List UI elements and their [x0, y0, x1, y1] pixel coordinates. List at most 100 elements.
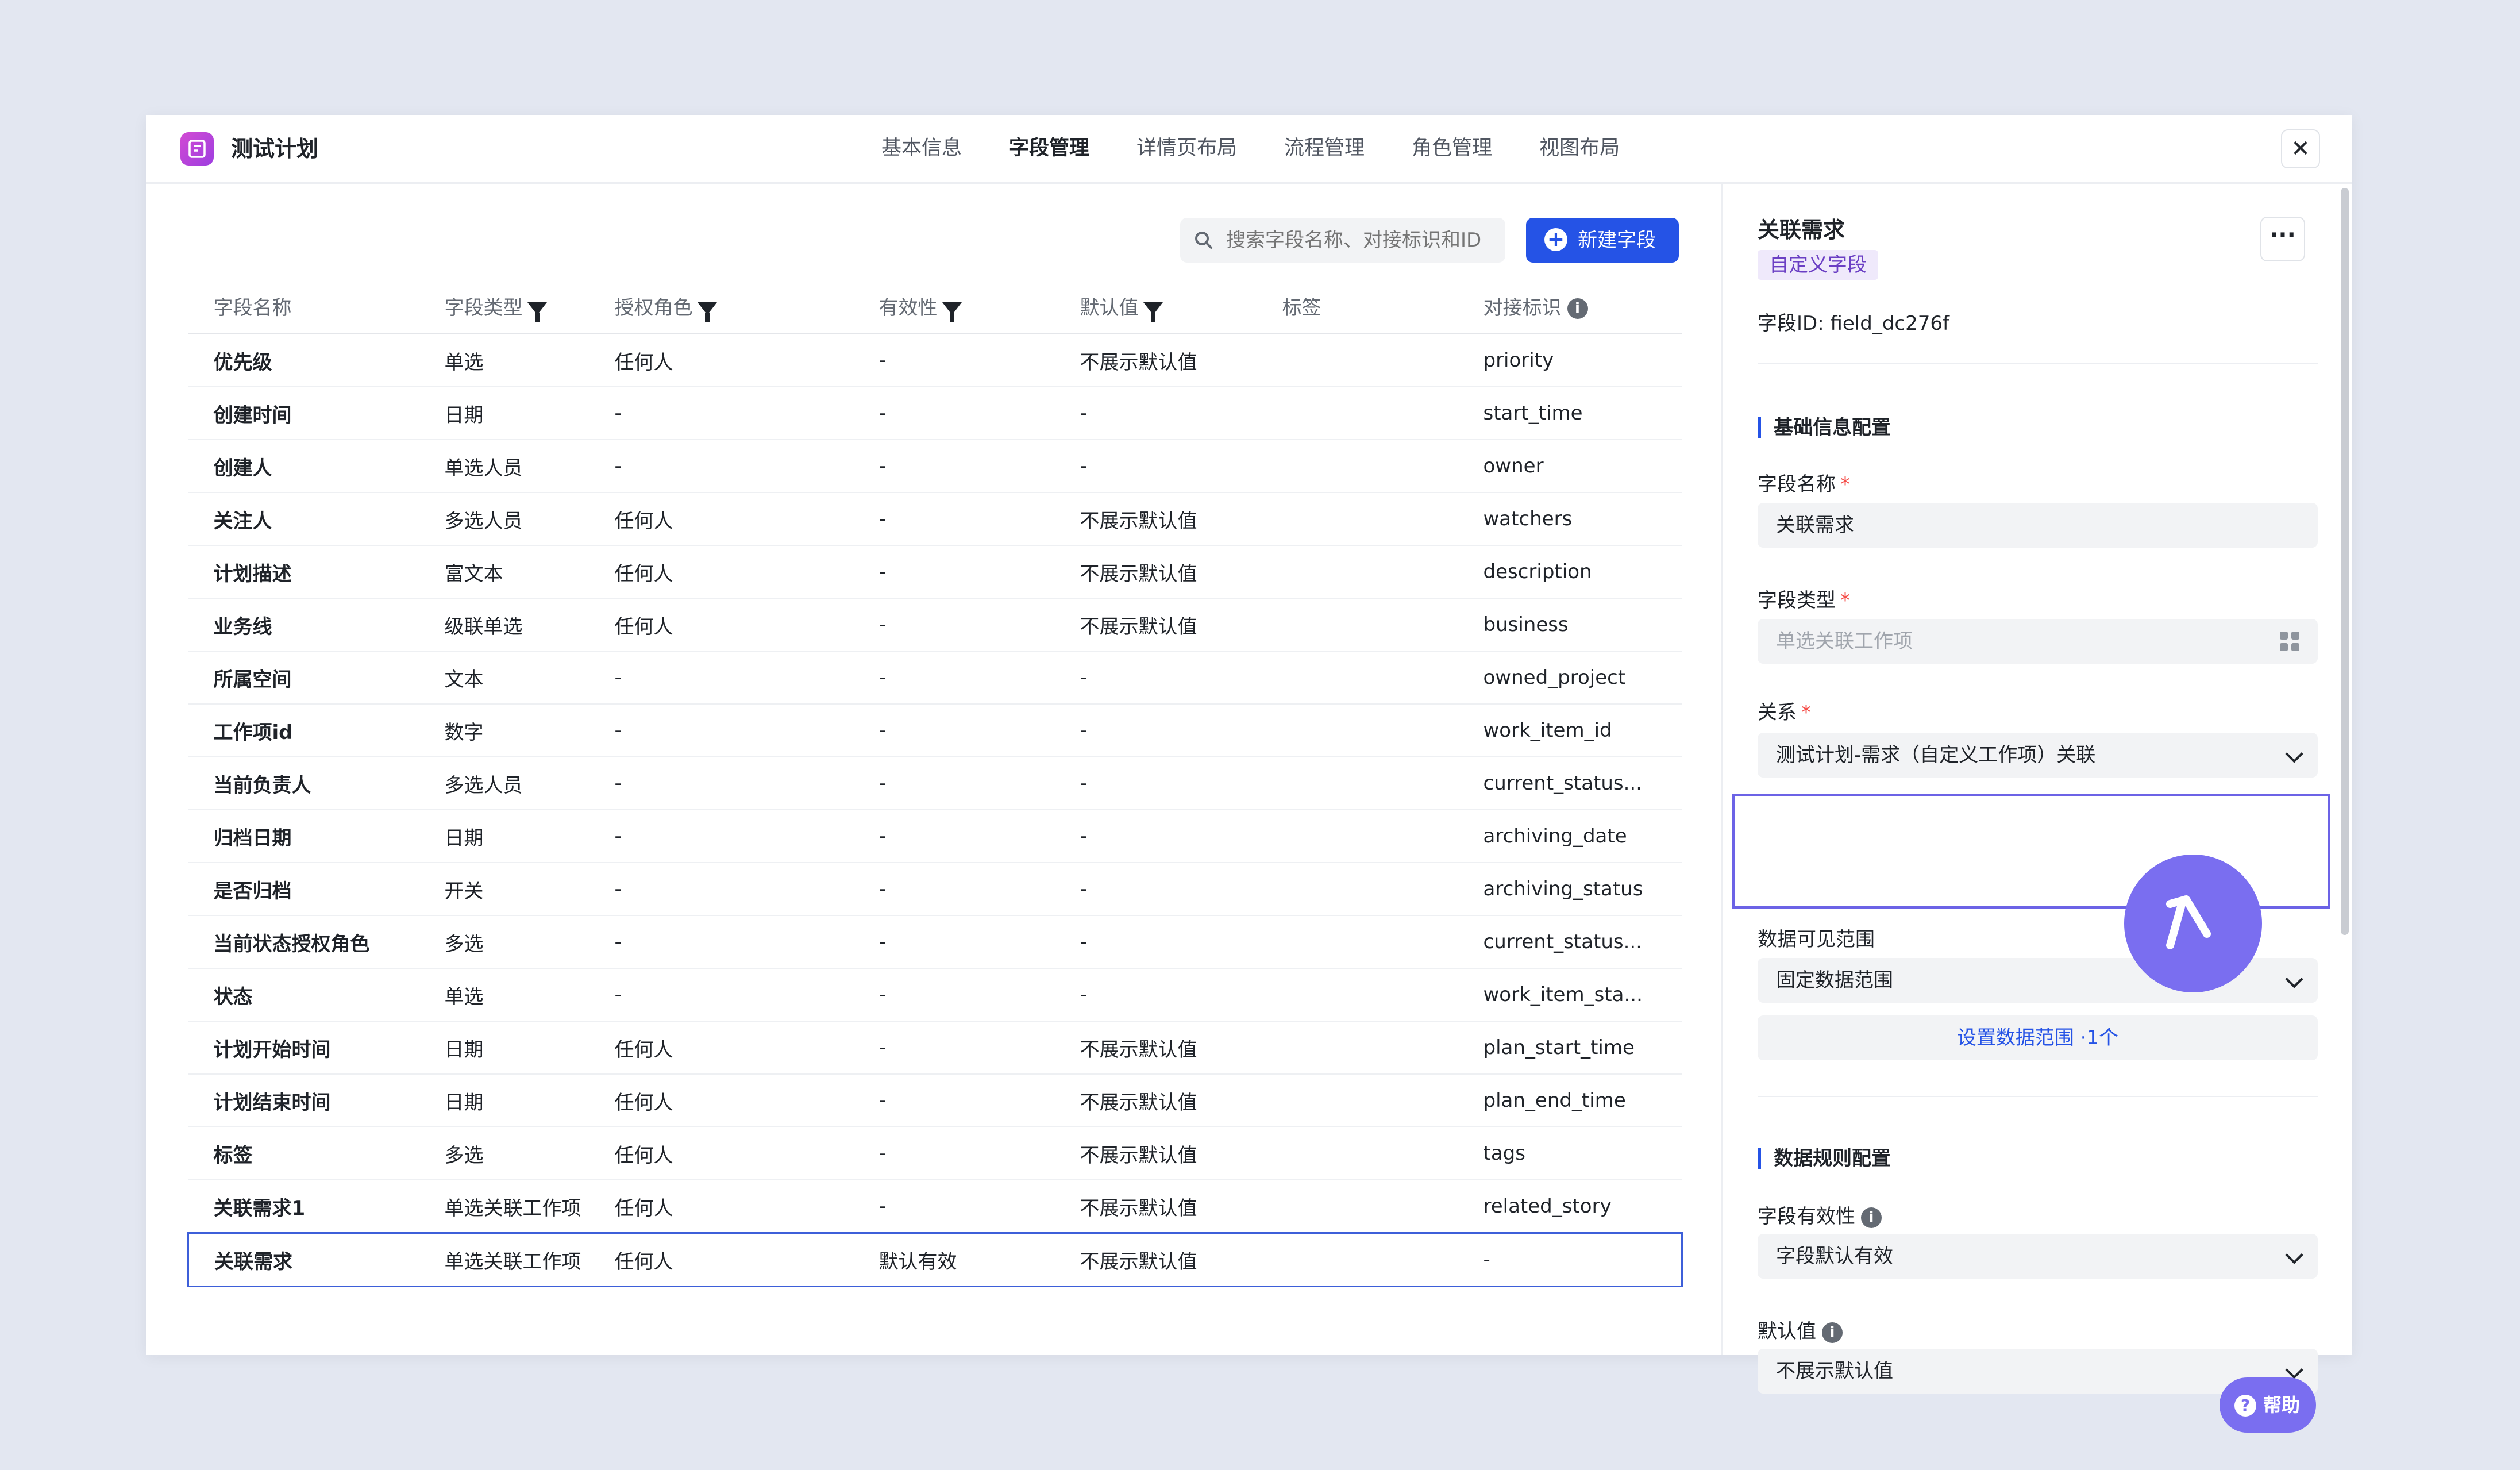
- search-icon: [1195, 232, 1212, 249]
- header-default-value[interactable]: 默认值: [1054, 279, 1257, 334]
- new-field-label: 新建字段: [1578, 229, 1656, 252]
- filter-icon[interactable]: [527, 302, 547, 322]
- field-list-area: + 新建字段 字段名称 字段类型 授权角色 有效性 默认值 标签 对接标识i 优…: [146, 182, 1721, 1355]
- table-row[interactable]: 标签 多选 任何人 - 不展示默认值 tags: [188, 1127, 1682, 1180]
- table-row[interactable]: 归档日期 日期 - - - archiving_date: [188, 810, 1682, 863]
- cell-field-name: 关联需求1: [188, 1180, 419, 1234]
- new-field-button[interactable]: + 新建字段: [1526, 218, 1679, 263]
- cell-auth-role: 任何人: [589, 1021, 854, 1075]
- cell-default-value: 不展示默认值: [1054, 1180, 1257, 1234]
- modal-header: 测试计划 基本信息 字段管理 详情页布局 流程管理 角色管理 视图布局 ✕: [146, 115, 2352, 184]
- cell-field-type: 级联单选: [419, 598, 589, 652]
- table-row[interactable]: 优先级 单选 任何人 - 不展示默认值 priority: [188, 333, 1682, 387]
- relation-select[interactable]: 测试计划-需求（自定义工作项）关联: [1758, 733, 2318, 778]
- help-button[interactable]: ? 帮助: [2220, 1377, 2316, 1433]
- table-row[interactable]: 计划开始时间 日期 任何人 - 不展示默认值 plan_start_time: [188, 1021, 1682, 1075]
- cell-field-name: 关注人: [188, 492, 419, 546]
- table-row[interactable]: 计划描述 富文本 任何人 - 不展示默认值 description: [188, 545, 1682, 599]
- tab-view-layout[interactable]: 视图布局: [1539, 115, 1620, 182]
- tab-workflow[interactable]: 流程管理: [1284, 115, 1365, 182]
- fields-table: 字段名称 字段类型 授权角色 有效性 默认值 标签 对接标识 i 优先级 单选 任何人…: [187, 279, 1683, 1287]
- cell-tags: [1257, 545, 1458, 599]
- tab-bar: 基本信息 字段管理 详情页布局 流程管理 角色管理 视图布局: [881, 115, 1667, 182]
- tab-roles[interactable]: 角色管理: [1412, 115, 1492, 182]
- cell-auth-role: 任何人: [589, 598, 854, 652]
- cell-field-type: 单选关联工作项: [419, 1180, 589, 1234]
- filter-icon[interactable]: [942, 302, 962, 322]
- header-api-key: 对接标识 i: [1458, 279, 1682, 334]
- cell-tags: [1257, 704, 1458, 757]
- close-button[interactable]: ✕: [2281, 129, 2320, 168]
- cell-auth-role: -: [589, 651, 854, 705]
- cell-field-type: 多选: [419, 1127, 589, 1180]
- tab-detail-layout[interactable]: 详情页布局: [1136, 115, 1237, 182]
- cell-field-type: 单选: [419, 333, 589, 387]
- close-icon: ✕: [2291, 136, 2310, 162]
- table-row[interactable]: 业务线 级联单选 任何人 - 不展示默认值 business: [188, 598, 1682, 652]
- app-title: 测试计划: [231, 136, 319, 161]
- cell-field-type: 多选人员: [419, 757, 589, 810]
- filter-icon[interactable]: [1143, 302, 1163, 322]
- table-row[interactable]: 关联需求 单选关联工作项 任何人 默认有效 不展示默认值 -: [187, 1232, 1683, 1287]
- panel-scrollbar[interactable]: [2341, 188, 2349, 935]
- validity-label: 字段有效性 i: [1758, 1200, 1882, 1229]
- cell-api-key: priority: [1458, 333, 1682, 387]
- relation-label: 关系 *: [1758, 701, 1811, 724]
- table-row[interactable]: 是否归档 开关 - - - archiving_status: [188, 863, 1682, 916]
- cell-field-type: 单选: [419, 968, 589, 1022]
- header-tags: 标签: [1257, 279, 1458, 334]
- cell-default-value: -: [1054, 968, 1257, 1022]
- plus-icon: +: [1544, 228, 1567, 251]
- chevron-down-icon: [2285, 970, 2303, 988]
- cell-field-type: 多选人员: [419, 492, 589, 546]
- cell-default-value: 不展示默认值: [1054, 1021, 1257, 1075]
- table-row[interactable]: 创建人 单选人员 - - - owner: [188, 440, 1682, 493]
- cursor-arrow-icon: [2166, 895, 2211, 949]
- field-name-input[interactable]: 关联需求: [1758, 503, 2318, 548]
- table-row[interactable]: 当前状态授权角色 多选 - - - current_status...: [188, 915, 1682, 969]
- cell-auth-role: 任何人: [589, 1074, 854, 1127]
- cell-field-name: 计划开始时间: [188, 1021, 419, 1075]
- search-box[interactable]: [1180, 218, 1505, 263]
- cell-tags: [1257, 440, 1458, 493]
- info-icon[interactable]: i: [1567, 298, 1588, 319]
- cell-api-key: owner: [1458, 440, 1682, 493]
- table-row[interactable]: 创建时间 日期 - - - start_time: [188, 387, 1682, 440]
- cell-field-type: 数字: [419, 704, 589, 757]
- cell-validity: -: [853, 333, 1055, 387]
- tab-basic-info[interactable]: 基本信息: [881, 115, 962, 182]
- header-auth-role[interactable]: 授权角色: [589, 279, 854, 334]
- table-row[interactable]: 当前负责人 多选人员 - - - current_status...: [188, 757, 1682, 810]
- table-row[interactable]: 关注人 多选人员 任何人 - 不展示默认值 watchers: [188, 492, 1682, 546]
- table-row[interactable]: 状态 单选 - - - work_item_sta...: [188, 968, 1682, 1022]
- table-row[interactable]: 计划结束时间 日期 任何人 - 不展示默认值 plan_end_time: [188, 1074, 1682, 1127]
- table-row[interactable]: 所属空间 文本 - - - owned_project: [188, 651, 1682, 705]
- chevron-down-icon: [2285, 1246, 2303, 1264]
- cell-validity: -: [853, 492, 1055, 546]
- cell-field-type: 开关: [419, 863, 589, 916]
- cell-field-type: 日期: [419, 1021, 589, 1075]
- filter-icon[interactable]: [697, 302, 717, 322]
- tab-field-management[interactable]: 字段管理: [1009, 115, 1089, 182]
- basic-config-section-title: 基础信息配置: [1758, 417, 1891, 438]
- cell-field-type: 文本: [419, 651, 589, 705]
- cell-field-name: 创建人: [188, 440, 419, 493]
- header-validity[interactable]: 有效性: [853, 279, 1055, 334]
- cell-default-value: -: [1054, 863, 1257, 916]
- field-type-select: 单选关联工作项: [1758, 619, 2318, 664]
- cell-default-value: -: [1054, 915, 1257, 969]
- data-scope-label: 数据可见范围: [1758, 928, 1875, 951]
- cell-tags: [1257, 757, 1458, 810]
- table-row[interactable]: 关联需求1 单选关联工作项 任何人 - 不展示默认值 related_story: [188, 1180, 1682, 1234]
- table-row[interactable]: 工作项id 数字 - - - work_item_id: [188, 704, 1682, 757]
- validity-select[interactable]: 字段默认有效: [1758, 1234, 2318, 1279]
- header-field-type[interactable]: 字段类型: [419, 279, 589, 334]
- cell-field-name: 计划描述: [188, 545, 419, 599]
- cell-field-name: 业务线: [188, 598, 419, 652]
- info-icon[interactable]: i: [1822, 1322, 1843, 1343]
- more-options-button[interactable]: ···: [2260, 217, 2305, 261]
- set-data-scope-button[interactable]: 设置数据范围 ·1个: [1758, 1015, 2318, 1060]
- cell-tags: [1257, 333, 1458, 387]
- search-input[interactable]: [1226, 218, 1496, 263]
- info-icon[interactable]: i: [1861, 1207, 1882, 1228]
